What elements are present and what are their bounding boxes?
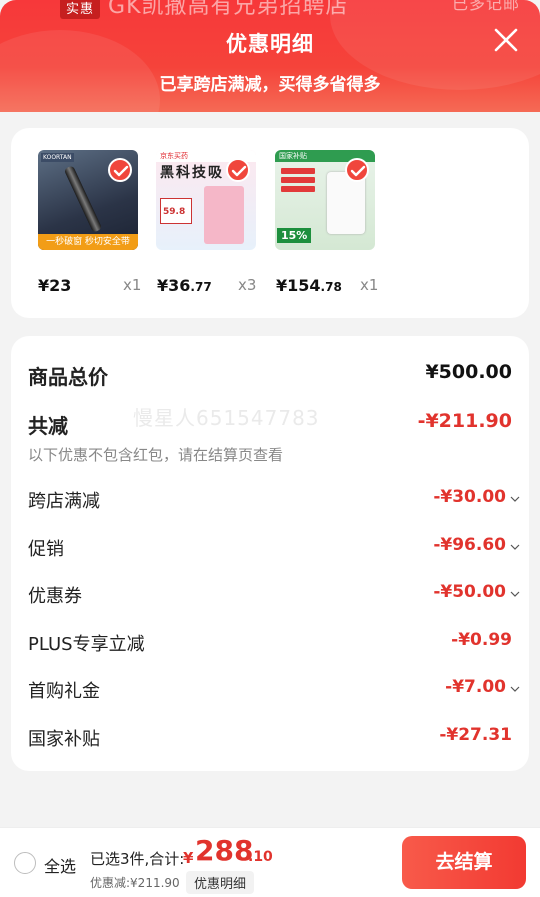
discount-details-card: 慢星人651547783 商品总价 ¥500.00 共减 -¥211.90 以下…	[11, 336, 529, 771]
discount-row-promotion[interactable]: 促销 -¥96.60	[28, 535, 520, 565]
discount-row-first-purchase[interactable]: 首购礼金 -¥7.00	[28, 677, 520, 707]
chevron-down-icon[interactable]	[510, 494, 520, 504]
product-item[interactable]: 国家补贴 15%	[275, 150, 395, 250]
total-reduction-label: 共减	[28, 414, 68, 438]
selected-check-icon[interactable]	[226, 158, 250, 182]
product-image-shape	[63, 165, 103, 233]
product-quantity: x3	[238, 276, 257, 294]
discount-row-plus: PLUS专享立减 -¥0.99	[28, 630, 512, 660]
discount-row-coupon[interactable]: 优惠券 -¥50.00	[28, 582, 520, 612]
checkout-bar: 全选 已选3件,合计: ¥ 288 .10 优惠减:¥211.90 优惠明细 去…	[0, 827, 540, 897]
discount-label: 优惠券	[28, 586, 82, 607]
select-all-radio[interactable]	[14, 852, 36, 874]
page-subtitle: 已享跨店满减，买得多省得多	[159, 75, 381, 95]
close-icon[interactable]	[492, 26, 520, 54]
page-title: 优惠明细	[226, 32, 314, 56]
product-thumbnail[interactable]: 国家补贴 15%	[275, 150, 375, 250]
product-price: ¥36.77	[157, 276, 212, 295]
product-item[interactable]: KOORTAN 一秒破窗 秒切安全带	[38, 150, 158, 250]
sum-currency: ¥	[183, 849, 194, 867]
total-price-value: ¥500.00	[425, 361, 512, 383]
price-cents: .77	[190, 280, 212, 294]
total-reduction-row: 共减 -¥211.90	[28, 410, 512, 440]
discount-detail-header: 实惠 GK凯撒高有兄弟招聘店 已多记邮 优惠明细 已享跨店满减，买得多省得多	[0, 0, 540, 112]
total-price-label: 商品总价	[28, 365, 108, 389]
discount-value: -¥27.31	[439, 725, 512, 745]
discount-label: 促销	[28, 539, 64, 560]
product-badges	[281, 168, 321, 214]
discount-value: -¥96.60	[433, 535, 506, 555]
discount-value: -¥7.00	[445, 677, 506, 697]
selected-count-text: 已选3件,合计:	[90, 850, 185, 868]
checkout-button[interactable]: 去结算	[402, 836, 526, 889]
chevron-down-icon[interactable]	[510, 542, 520, 552]
background-tag: 实惠	[60, 0, 101, 19]
discount-summary: 优惠减:¥211.90	[90, 876, 180, 890]
discount-label: 跨店满减	[28, 491, 100, 512]
product-thumbnail[interactable]: KOORTAN 一秒破窗 秒切安全带	[38, 150, 138, 250]
selected-check-icon[interactable]	[345, 158, 369, 182]
product-image-shape	[204, 186, 244, 244]
total-reduction-value: -¥211.90	[417, 410, 512, 432]
product-brand: 京东买药	[160, 152, 188, 160]
price-integer: ¥23	[38, 276, 72, 295]
product-badge: 59.8	[163, 207, 186, 217]
product-thumb-caption: 一秒破窗 秒切安全带	[38, 234, 138, 250]
close-button[interactable]	[492, 26, 520, 54]
product-thumbnail[interactable]: 京东买药 黑科技吸 59.8	[156, 150, 256, 250]
select-all-label[interactable]: 全选	[44, 853, 76, 877]
sum-decimal: .10	[248, 849, 273, 865]
product-price: ¥154.78	[276, 276, 342, 295]
discount-note: 以下优惠不包含红包，请在结算页查看	[28, 446, 284, 464]
product-quantity: x1	[123, 276, 142, 294]
price-integer: ¥36	[157, 276, 191, 295]
discount-row-national-subsidy: 国家补贴 -¥27.31	[28, 725, 512, 755]
product-thumb-caption: 黑科技吸	[160, 165, 224, 181]
chevron-down-icon[interactable]	[510, 684, 520, 694]
product-brand: 国家补贴	[279, 152, 307, 160]
chevron-down-icon[interactable]	[510, 589, 520, 599]
discount-detail-button[interactable]: 优惠明细	[186, 871, 255, 894]
product-quantity: x1	[360, 276, 379, 294]
price-cents: .78	[320, 280, 342, 294]
total-price-row: 商品总价 ¥500.00	[28, 361, 512, 391]
background-shop-name: GK凯撒高有兄弟招聘店	[108, 0, 349, 19]
product-list-card: KOORTAN 一秒破窗 秒切安全带 ¥23 x1 京东买药 黑科技吸 59.8…	[11, 128, 529, 318]
product-brand: KOORTAN	[41, 153, 74, 162]
selected-check-icon[interactable]	[108, 158, 132, 182]
product-price-tag: 59.8	[160, 198, 192, 224]
product-price: ¥23	[38, 276, 71, 295]
product-thumb-caption: 15%	[277, 228, 312, 243]
discount-label: 国家补贴	[28, 729, 100, 750]
discount-label: PLUS专享立减	[28, 634, 145, 655]
discount-label: 首购礼金	[28, 681, 100, 702]
product-item[interactable]: 京东买药 黑科技吸 59.8	[156, 150, 276, 250]
price-integer: ¥154	[276, 276, 321, 295]
sum-integer: 288	[195, 834, 254, 867]
discount-value: -¥30.00	[433, 487, 506, 507]
discount-row-cross-store[interactable]: 跨店满减 -¥30.00	[28, 487, 520, 517]
discount-value: -¥50.00	[433, 582, 506, 602]
discount-value: -¥0.99	[451, 630, 512, 650]
